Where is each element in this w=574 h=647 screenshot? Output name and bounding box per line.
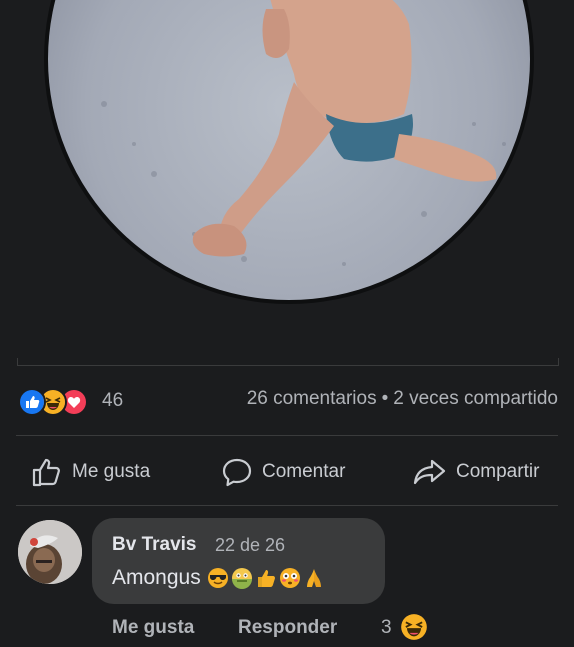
flushed-emoji [279,567,301,589]
photo-image [48,0,530,300]
comment-text: Amongus [112,566,201,589]
post-stats: 46 26 comentarios • 2 veces compartido [18,386,558,416]
like-button[interactable]: Me gusta [30,450,150,494]
divider-bottom [16,505,558,506]
comment-bubble[interactable]: Bv Travis 22 de 26 Amongus [92,518,385,604]
comments-count-link[interactable]: 26 comentarios [247,388,377,409]
haha-icon [400,613,428,641]
comment-button-label: Comentar [262,461,346,482]
thumbs-up-emoji [255,567,277,589]
comment-reaction-count[interactable]: 3 [381,617,392,639]
like-button-label: Me gusta [72,461,151,482]
comment-emojis [207,567,327,589]
sunglasses-emoji [207,567,229,589]
avatar[interactable] [18,520,82,584]
nauseated-emoji [231,567,253,589]
share-button[interactable]: Compartir [412,450,539,494]
comment-item: Bv Travis 22 de 26 Amongus Me gusta Resp… [18,518,558,646]
stats-separator: • [381,388,389,409]
folded-hands-emoji [303,567,325,589]
comment-button[interactable]: Comentar [220,450,345,494]
post-photo[interactable] [44,0,534,304]
photo-frame-divider [17,358,559,366]
share-icon [413,459,446,485]
comment-like-button[interactable]: Me gusta [112,617,194,639]
reaction-count: 46 [102,390,124,411]
comment-icon [222,458,252,487]
comment-reply-button[interactable]: Responder [238,617,337,639]
divider-top [16,435,558,436]
thumbs-up-icon [32,458,60,487]
post-actions: Me gusta Comentar Compartir [0,450,574,494]
like-icon [18,388,46,416]
share-button-label: Compartir [456,461,540,482]
avatar-image [18,520,82,584]
comment-author[interactable]: Bv Travis [112,534,197,556]
comment-text-row: Amongus [112,566,327,590]
comment-date: 22 de 26 [215,535,286,555]
shares-count-link[interactable]: 2 veces compartido [393,388,558,409]
stats-right: 26 comentarios • 2 veces compartido [247,388,558,410]
